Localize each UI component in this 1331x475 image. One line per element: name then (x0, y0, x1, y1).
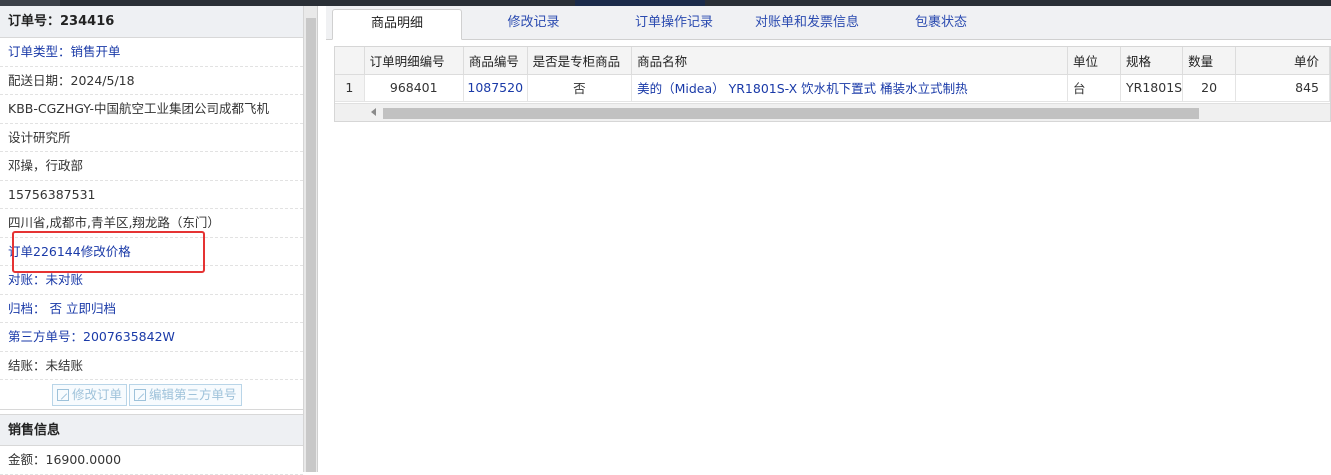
table-cell: 否 (527, 74, 633, 102)
table-cell: YR1801S (1120, 74, 1184, 102)
amount-row: 金额：16900.0000 (0, 446, 303, 475)
highlight-box (12, 231, 205, 273)
table-cell: 968401 (364, 74, 464, 102)
tab-3[interactable]: 订单操作记录 (609, 9, 739, 40)
detail-tabs: 商品明细 修改记录 订单操作记录 对账单和发票信息 包裹状态 (326, 6, 1331, 40)
order-info-row: 结账：未结账 (0, 352, 303, 380)
tab-1[interactable]: 商品明细 (332, 9, 462, 40)
order-info-row: 邓操，行政部 (0, 152, 303, 181)
order-info-row: 15756387531 (0, 181, 303, 209)
tab-4[interactable]: 对账单和发票信息 (742, 9, 872, 40)
sales-info-header: 销售信息 (0, 414, 303, 446)
table-cell: 台 (1067, 74, 1122, 102)
row-number-header[interactable] (335, 47, 365, 75)
column-header[interactable]: 是否是专柜商品 (527, 47, 633, 75)
order-info-row: 配送日期：2024/5/18 (0, 67, 303, 95)
table-cell[interactable]: 美的（Midea） YR1801S-X 饮水机下置式 桶装水立式制热 (631, 74, 1068, 102)
order-info-row[interactable]: 归档： 否 立即归档 (0, 295, 303, 323)
column-header[interactable]: 单位 (1067, 47, 1122, 75)
order-actions: 修改订单 编辑第三方单号 (0, 380, 303, 410)
edit-order-label: 修改订单 (72, 387, 123, 402)
table-cell: 20 (1182, 74, 1237, 102)
scroll-left-icon[interactable] (371, 108, 376, 116)
edit-order-button[interactable]: 修改订单 (52, 384, 128, 406)
row-number-cell: 1 (335, 74, 365, 102)
edit-icon (134, 389, 147, 401)
scrollbar-thumb[interactable] (383, 108, 1199, 119)
column-header[interactable]: 单价 (1235, 47, 1330, 75)
order-info-row: 设计研究所 (0, 124, 303, 152)
column-header[interactable]: 数量 (1182, 47, 1237, 75)
horizontal-scrollbar[interactable] (335, 103, 1330, 121)
column-header[interactable]: 订单明细编号 (364, 47, 464, 75)
table-cell[interactable]: 1087520 (463, 74, 528, 102)
column-header[interactable]: 商品名称 (631, 47, 1068, 75)
scrollbar-thumb[interactable] (306, 18, 316, 472)
product-grid: 订单明细编号 商品编号 是否是专柜商品 商品名称 单位 规格 数量 单价 1 968401 108… (334, 46, 1331, 122)
order-info-row: KBB-CGZHGY-中国航空工业集团公司成都飞机 (0, 95, 303, 124)
order-number-label: 订单号： (8, 14, 61, 29)
table-cell: 845 (1235, 74, 1330, 102)
table-header-row: 订单明细编号 商品编号 是否是专柜商品 商品名称 单位 规格 数量 单价 (335, 47, 1330, 75)
order-info-row[interactable]: 订单类型：销售开单 (0, 38, 303, 67)
order-info-rows: 订单类型：销售开单 配送日期：2024/5/18 KBB-CGZHGY-中国航空工业… (0, 38, 303, 380)
order-detail-panel: 商品明细 修改记录 订单操作记录 对账单和发票信息 包裹状态 订单明细编号 商品编号 是否是… (326, 6, 1331, 472)
edit-third-party-button[interactable]: 编辑第三方单号 (129, 384, 242, 406)
tab-2[interactable]: 修改记录 (471, 9, 596, 40)
tab-5[interactable]: 包裹状态 (886, 9, 996, 40)
order-info-row[interactable]: 第三方单号：2007635842W (0, 323, 303, 352)
panel-splitter[interactable] (304, 6, 318, 472)
column-header[interactable]: 规格 (1120, 47, 1184, 75)
order-number-value: 234416 (60, 14, 115, 29)
column-header[interactable]: 商品编号 (463, 47, 528, 75)
edit-icon (57, 389, 69, 401)
edit-third-party-label: 编辑第三方单号 (149, 387, 237, 402)
table-row[interactable]: 1 968401 1087520 否美的（Midea） YR1801S-X 饮水机下置… (335, 74, 1330, 102)
order-number-header: 订单号：234416 (0, 6, 303, 38)
product-table: 订单明细编号 商品编号 是否是专柜商品 商品名称 单位 规格 数量 单价 1 968401 108… (335, 47, 1330, 102)
table-body: 1 968401 1087520 否美的（Midea） YR1801S-X 饮水机下置… (335, 74, 1330, 102)
